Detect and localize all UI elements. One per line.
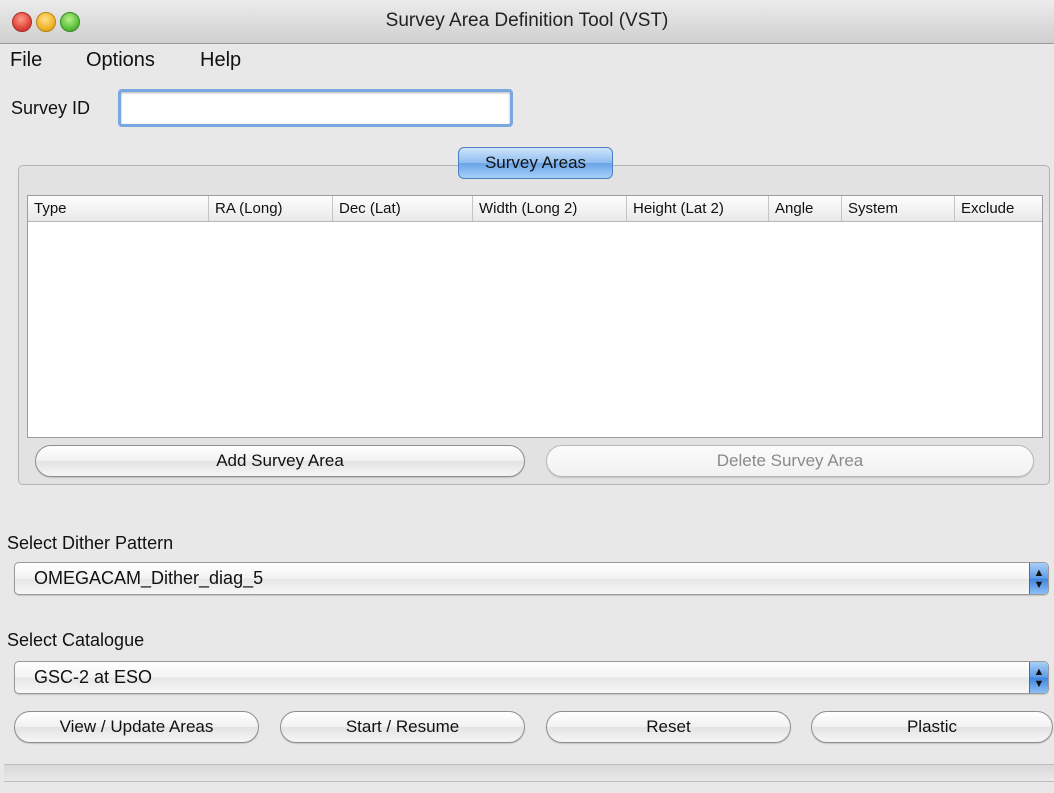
column-header-type[interactable]: Type	[28, 196, 209, 221]
tab-survey-areas[interactable]: Survey Areas	[458, 147, 613, 179]
table-header: Type RA (Long) Dec (Lat) Width (Long 2) …	[28, 196, 1042, 222]
dither-pattern-select[interactable]: OMEGACAM_Dither_diag_5 ▲ ▼	[14, 562, 1049, 595]
menu-options[interactable]: Options	[86, 49, 155, 72]
survey-areas-table[interactable]: Type RA (Long) Dec (Lat) Width (Long 2) …	[27, 195, 1043, 438]
dither-pattern-label: Select Dither Pattern	[7, 533, 174, 553]
catalogue-select[interactable]: GSC-2 at ESO ▲ ▼	[14, 661, 1049, 694]
menu-file[interactable]: File	[10, 49, 42, 72]
plastic-button[interactable]: Plastic	[811, 711, 1053, 743]
dither-pattern-value: OMEGACAM_Dither_diag_5	[34, 568, 264, 588]
add-survey-area-button[interactable]: Add Survey Area	[35, 445, 525, 477]
survey-id-input[interactable]	[118, 89, 513, 127]
column-header-angle[interactable]: Angle	[769, 196, 842, 221]
catalogue-value: GSC-2 at ESO	[34, 667, 153, 687]
reset-button[interactable]: Reset	[546, 711, 791, 743]
column-header-dec[interactable]: Dec (Lat)	[333, 196, 473, 221]
updown-arrows-icon: ▲ ▼	[1029, 563, 1048, 594]
menu-help[interactable]: Help	[200, 49, 241, 72]
column-header-width[interactable]: Width (Long 2)	[473, 196, 627, 221]
title-bar: Survey Area Definition Tool (VST)	[0, 0, 1054, 44]
delete-survey-area-button[interactable]: Delete Survey Area	[546, 445, 1034, 477]
start-resume-button[interactable]: Start / Resume	[280, 711, 525, 743]
status-bar	[4, 764, 1054, 782]
updown-arrows-icon: ▲ ▼	[1029, 662, 1048, 693]
column-header-system[interactable]: System	[842, 196, 955, 221]
menu-bar: File Options Help	[0, 44, 1054, 78]
column-header-exclude[interactable]: Exclude	[955, 196, 1043, 221]
column-header-ra[interactable]: RA (Long)	[209, 196, 333, 221]
window-title: Survey Area Definition Tool (VST)	[385, 10, 669, 31]
survey-id-label: Survey ID	[11, 98, 91, 118]
column-header-height[interactable]: Height (Lat 2)	[627, 196, 769, 221]
view-update-areas-button[interactable]: View / Update Areas	[14, 711, 259, 743]
catalogue-label: Select Catalogue	[7, 630, 145, 650]
